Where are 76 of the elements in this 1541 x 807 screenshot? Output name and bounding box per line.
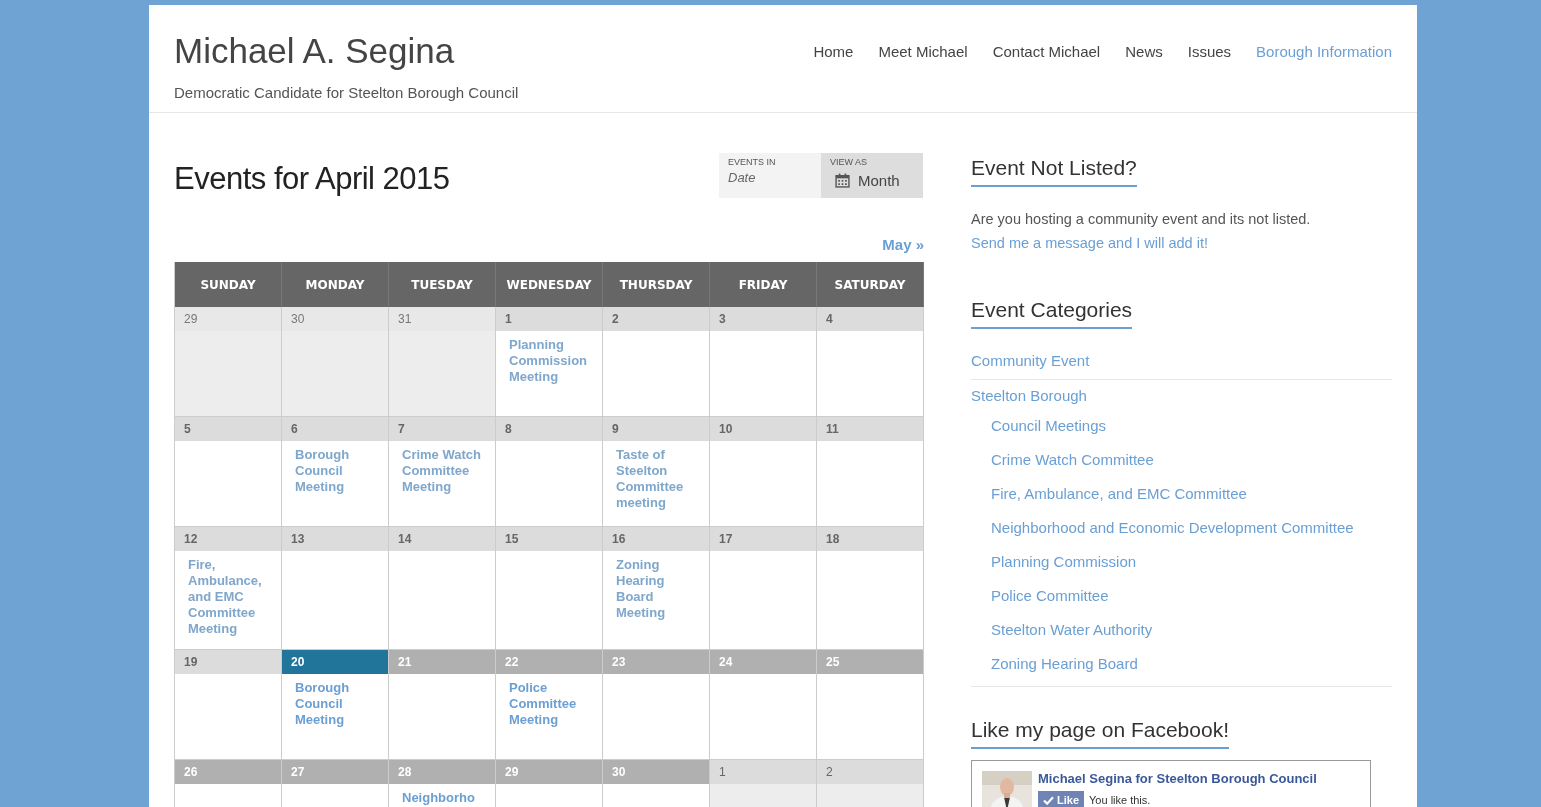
category-link[interactable]: Community Event [971, 349, 1090, 373]
day-number: 14 [389, 527, 495, 551]
event-link[interactable]: Borough Council Meeting [295, 447, 375, 495]
category-link[interactable]: Steelton Water Authority [991, 618, 1153, 642]
event-link[interactable]: Planning Commission Meeting [509, 337, 589, 385]
category-link[interactable]: Police Committee [991, 584, 1109, 608]
day-number: 4 [817, 307, 923, 331]
day-number: 23 [603, 650, 709, 674]
check-icon [1043, 795, 1054, 805]
day-number: 16 [603, 527, 709, 551]
day-number: 7 [389, 417, 495, 441]
date-field[interactable]: EVENTS IN Date [719, 153, 821, 198]
day-number: 5 [175, 417, 281, 441]
day-number: 9 [603, 417, 709, 441]
category-link[interactable]: Crime Watch Committee [991, 448, 1154, 472]
day-number: 15 [496, 527, 602, 551]
day-number: 8 [496, 417, 602, 441]
day-number: 31 [389, 307, 495, 331]
widget-text: Are you hosting a community event and its not listed. [971, 210, 1312, 229]
view-select[interactable]: VIEW AS Month [821, 153, 923, 198]
category-link[interactable]: Fire, Ambulance, and EMC Committee [991, 482, 1247, 506]
day-number: 6 [282, 417, 388, 441]
nav-link[interactable]: Issues [1187, 43, 1232, 61]
day-number: 22 [496, 650, 602, 674]
day-number: 30 [282, 307, 388, 331]
nav-link[interactable]: Borough Information [1256, 43, 1392, 61]
day-number: 29 [175, 307, 281, 331]
category-link[interactable]: Council Meetings [991, 414, 1107, 438]
day-number: 2 [603, 307, 709, 331]
day-number: 3 [710, 307, 816, 331]
facebook-page-name[interactable]: Michael Segina for Steelton Borough Council [1038, 771, 1317, 786]
day-number: 24 [710, 650, 816, 674]
day-number: 1 [496, 307, 602, 331]
day-number: 28 [389, 760, 495, 784]
day-number: 27 [282, 760, 388, 784]
day-number: 20 [282, 650, 388, 674]
message-link[interactable]: Send me a message and I will add it! [971, 231, 1208, 255]
category-link[interactable]: Neighborhood and Economic Development Committee [991, 516, 1354, 540]
event-link[interactable]: Zoning Hearing Board Meeting [616, 557, 696, 621]
day-number: 2 [817, 760, 923, 784]
category-link[interactable]: Planning Commission [991, 550, 1137, 574]
day-number: 21 [389, 650, 495, 674]
event-link[interactable]: Crime Watch Committee Meeting [402, 447, 482, 495]
calendar-icon [835, 173, 850, 188]
nav-link[interactable]: Meet Michael [878, 43, 968, 61]
day-number: 12 [175, 527, 281, 551]
day-number: 13 [282, 527, 388, 551]
day-number: 19 [175, 650, 281, 674]
nav-link[interactable]: Contact Michael [992, 43, 1101, 61]
category-link[interactable]: Zoning Hearing Board [991, 652, 1138, 676]
day-number: 10 [710, 417, 816, 441]
page-title: Events for April 2015 [174, 161, 450, 197]
day-number: 30 [603, 760, 709, 784]
event-link[interactable]: Fire, Ambulance, and EMC Committee Meeting [188, 557, 268, 637]
event-link[interactable]: Borough Council Meeting [295, 680, 375, 728]
category-link[interactable]: Steelton Borough [971, 384, 1087, 408]
day-number: 17 [710, 527, 816, 551]
event-link[interactable]: Neighborho [402, 790, 482, 806]
site-tagline: Democratic Candidate for Steelton Borough Council [174, 84, 519, 101]
day-number: 26 [175, 760, 281, 784]
day-number: 11 [817, 417, 923, 441]
day-number: 1 [710, 760, 816, 784]
site-title[interactable]: Michael A. Segina [174, 33, 519, 69]
event-link[interactable]: Taste of Steelton Committee meeting [616, 447, 696, 511]
day-number: 29 [496, 760, 602, 784]
day-number: 18 [817, 527, 923, 551]
event-link[interactable]: Police Committee Meeting [509, 680, 589, 728]
nav-link[interactable]: News [1125, 43, 1163, 61]
widget-heading: Like my page on Facebook! [971, 718, 1229, 749]
day-number: 25 [817, 650, 923, 674]
nav-link[interactable]: Home [813, 43, 854, 61]
like-button[interactable]: Like [1038, 791, 1084, 807]
like-status: You like this. [1089, 794, 1151, 806]
widget-heading: Event Categories [971, 298, 1133, 329]
next-month-link[interactable]: May » [882, 236, 924, 254]
widget-heading: Event Not Listed? [971, 156, 1137, 187]
